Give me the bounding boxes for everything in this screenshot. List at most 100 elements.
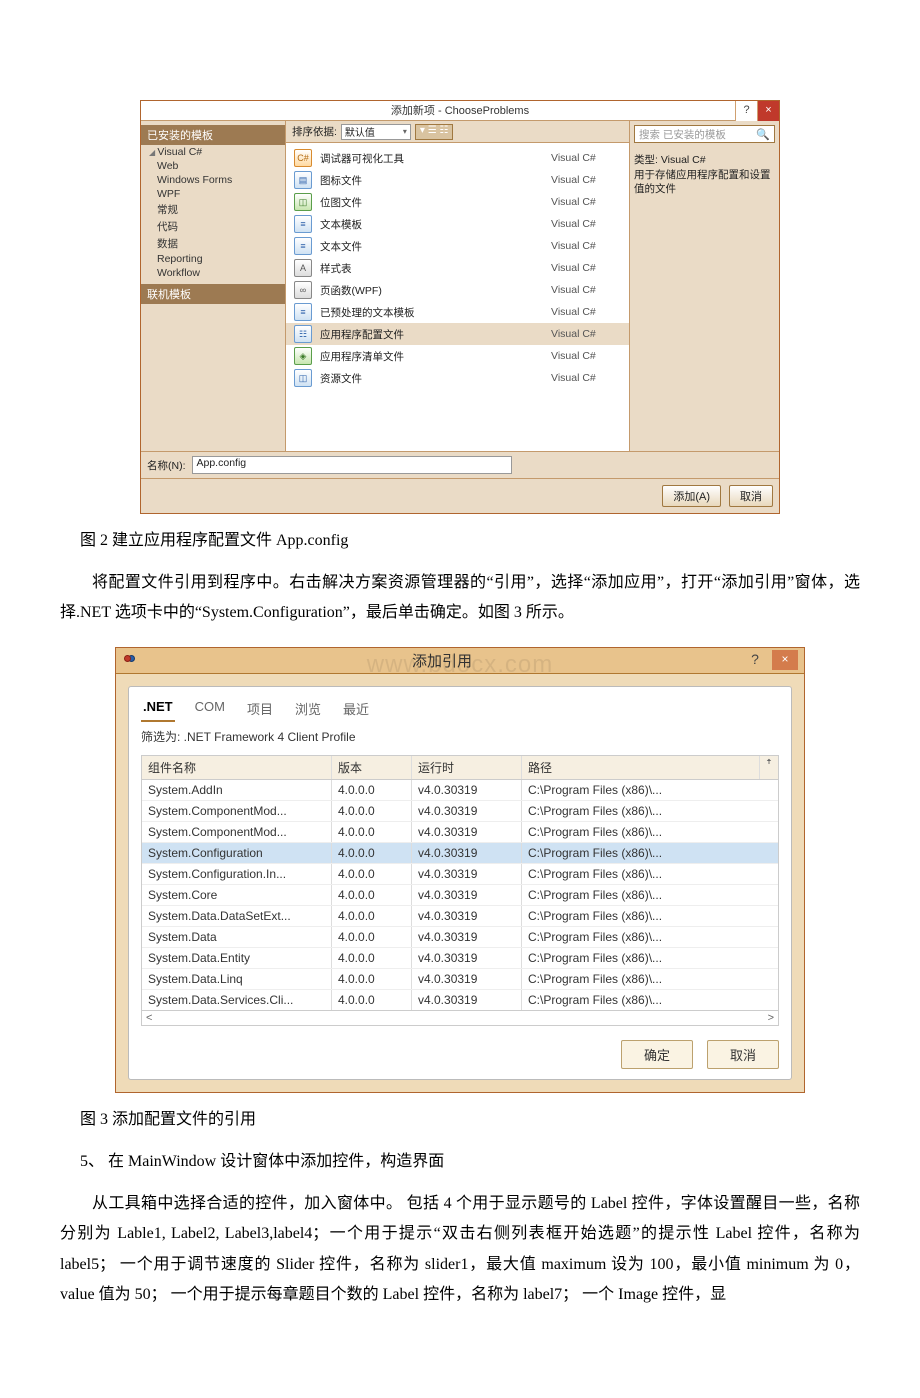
cell-version: 4.0.0.0: [332, 843, 412, 863]
add-new-item-dialog: 添加新项 - ChooseProblems ? × 已安装的模板 Visual …: [140, 100, 780, 514]
scrollbar-track[interactable]: [760, 990, 778, 1010]
cell-version: 4.0.0.0: [332, 927, 412, 947]
grid-row[interactable]: System.Core4.0.0.0v4.0.30319C:\Program F…: [142, 885, 778, 906]
template-item[interactable]: ◫位图文件Visual C#: [286, 191, 629, 213]
grid-row[interactable]: System.ComponentMod...4.0.0.0v4.0.30319C…: [142, 822, 778, 843]
tree-node[interactable]: Windows Forms: [141, 173, 285, 187]
template-icon: ≡: [294, 303, 312, 321]
name-input[interactable]: App.config: [192, 456, 512, 474]
cell-runtime: v4.0.30319: [412, 906, 522, 926]
template-name: 应用程序配置文件: [320, 327, 551, 342]
tab[interactable]: 项目: [245, 697, 275, 722]
grid-row[interactable]: System.Configuration.In...4.0.0.0v4.0.30…: [142, 864, 778, 885]
cell-name: System.Data.Entity: [142, 948, 332, 968]
tab[interactable]: COM: [193, 697, 227, 722]
grid-row[interactable]: System.Configuration4.0.0.0v4.0.30319C:\…: [142, 843, 778, 864]
template-item[interactable]: ▤图标文件Visual C#: [286, 169, 629, 191]
close-button[interactable]: ×: [772, 650, 798, 670]
tree-node[interactable]: Web: [141, 159, 285, 173]
horizontal-scrollbar[interactable]: < >: [142, 1010, 778, 1025]
cell-name: System.Core: [142, 885, 332, 905]
app-icon: [124, 655, 140, 665]
view-mode-button[interactable]: ▾ ☰ ☷: [415, 124, 454, 140]
grid-row[interactable]: System.Data.Linq4.0.0.0v4.0.30319C:\Prog…: [142, 969, 778, 990]
template-name: 图标文件: [320, 173, 551, 188]
template-item[interactable]: ≡文本文件Visual C#: [286, 235, 629, 257]
cell-name: System.Configuration.In...: [142, 864, 332, 884]
template-item[interactable]: ≡已预处理的文本模板Visual C#: [286, 301, 629, 323]
tab[interactable]: 浏览: [293, 697, 323, 722]
template-icon: ☷: [294, 325, 312, 343]
dlg2-titlebar: 添加引用 ? ×: [116, 648, 804, 674]
tree-node[interactable]: Workflow: [141, 266, 285, 280]
grid-row[interactable]: System.Data.DataSetExt...4.0.0.0v4.0.303…: [142, 906, 778, 927]
cell-version: 4.0.0.0: [332, 990, 412, 1010]
help-button[interactable]: ?: [735, 101, 757, 121]
grid-row[interactable]: System.Data.Services.Cli...4.0.0.0v4.0.3…: [142, 990, 778, 1010]
cell-version: 4.0.0.0: [332, 780, 412, 800]
scroll-right-icon[interactable]: >: [768, 1012, 774, 1024]
template-lang: Visual C#: [551, 306, 621, 318]
scrollbar-track[interactable]: [760, 801, 778, 821]
template-item[interactable]: A样式表Visual C#: [286, 257, 629, 279]
cell-version: 4.0.0.0: [332, 969, 412, 989]
name-row: 名称(N): App.config: [141, 451, 779, 478]
search-input[interactable]: 搜索 已安装的模板 🔍: [634, 125, 775, 143]
close-button[interactable]: ×: [757, 101, 779, 121]
scrollbar-track[interactable]: [760, 780, 778, 800]
scrollbar-track[interactable]: [760, 969, 778, 989]
scrollbar-track[interactable]: [760, 885, 778, 905]
tree-node[interactable]: 数据: [141, 235, 285, 252]
add-button[interactable]: 添加(A): [662, 485, 721, 507]
ok-button[interactable]: 确定: [621, 1040, 693, 1069]
scrollbar-track[interactable]: [760, 864, 778, 884]
cell-runtime: v4.0.30319: [412, 927, 522, 947]
tab[interactable]: 最近: [341, 697, 371, 722]
scroll-left-icon[interactable]: <: [146, 1012, 152, 1024]
cancel-button[interactable]: 取消: [729, 485, 773, 507]
cell-name: System.Configuration: [142, 843, 332, 863]
grid-row[interactable]: System.AddIn4.0.0.0v4.0.30319C:\Program …: [142, 780, 778, 801]
col-name[interactable]: 组件名称: [142, 756, 332, 779]
template-tree: 已安装的模板 Visual C# WebWindows FormsWPF常规代码…: [141, 121, 286, 451]
cell-path: C:\Program Files (x86)\...: [522, 801, 760, 821]
col-version[interactable]: 版本: [332, 756, 412, 779]
tab-bar: .NET COM 项目浏览最近: [141, 697, 779, 722]
dlg2-title: 添加引用: [140, 650, 744, 671]
template-item[interactable]: ☷应用程序配置文件Visual C#: [286, 323, 629, 345]
tab[interactable]: .NET: [141, 697, 175, 722]
grid-row[interactable]: System.Data4.0.0.0v4.0.30319C:\Program F…: [142, 927, 778, 948]
template-description-panel: 搜索 已安装的模板 🔍 类型: Visual C# 用于存储应用程序配置和设置值…: [629, 121, 779, 451]
tree-node-root[interactable]: Visual C#: [141, 145, 285, 159]
scroll-up-icon[interactable]: ꜛ: [759, 756, 778, 779]
col-runtime[interactable]: 运行时: [412, 756, 522, 779]
cell-runtime: v4.0.30319: [412, 969, 522, 989]
template-item[interactable]: ◈应用程序清单文件Visual C#: [286, 345, 629, 367]
template-item[interactable]: ∞页函数(WPF)Visual C#: [286, 279, 629, 301]
cell-path: C:\Program Files (x86)\...: [522, 780, 760, 800]
tree-header-online[interactable]: 联机模板: [141, 284, 285, 304]
cancel-button[interactable]: 取消: [707, 1040, 779, 1069]
grid-row[interactable]: System.ComponentMod...4.0.0.0v4.0.30319C…: [142, 801, 778, 822]
template-item[interactable]: ≡文本模板Visual C#: [286, 213, 629, 235]
cell-name: System.AddIn: [142, 780, 332, 800]
cell-version: 4.0.0.0: [332, 801, 412, 821]
tree-node[interactable]: WPF: [141, 187, 285, 201]
grid-row[interactable]: System.Data.Entity4.0.0.0v4.0.30319C:\Pr…: [142, 948, 778, 969]
template-icon: C#: [294, 149, 312, 167]
template-item[interactable]: C#调试器可视化工具Visual C#: [286, 147, 629, 169]
scrollbar-track[interactable]: [760, 843, 778, 863]
tree-node[interactable]: 常规: [141, 201, 285, 218]
tree-node[interactable]: Reporting: [141, 252, 285, 266]
template-icon: ∞: [294, 281, 312, 299]
template-icon: A: [294, 259, 312, 277]
scrollbar-track[interactable]: [760, 927, 778, 947]
scrollbar-track[interactable]: [760, 822, 778, 842]
tree-node[interactable]: 代码: [141, 218, 285, 235]
template-item[interactable]: ◫资源文件Visual C#: [286, 367, 629, 389]
help-button[interactable]: ?: [744, 650, 766, 670]
scrollbar-track[interactable]: [760, 906, 778, 926]
scrollbar-track[interactable]: [760, 948, 778, 968]
sort-combo[interactable]: 默认值: [341, 124, 411, 140]
col-path[interactable]: 路径: [522, 756, 759, 779]
